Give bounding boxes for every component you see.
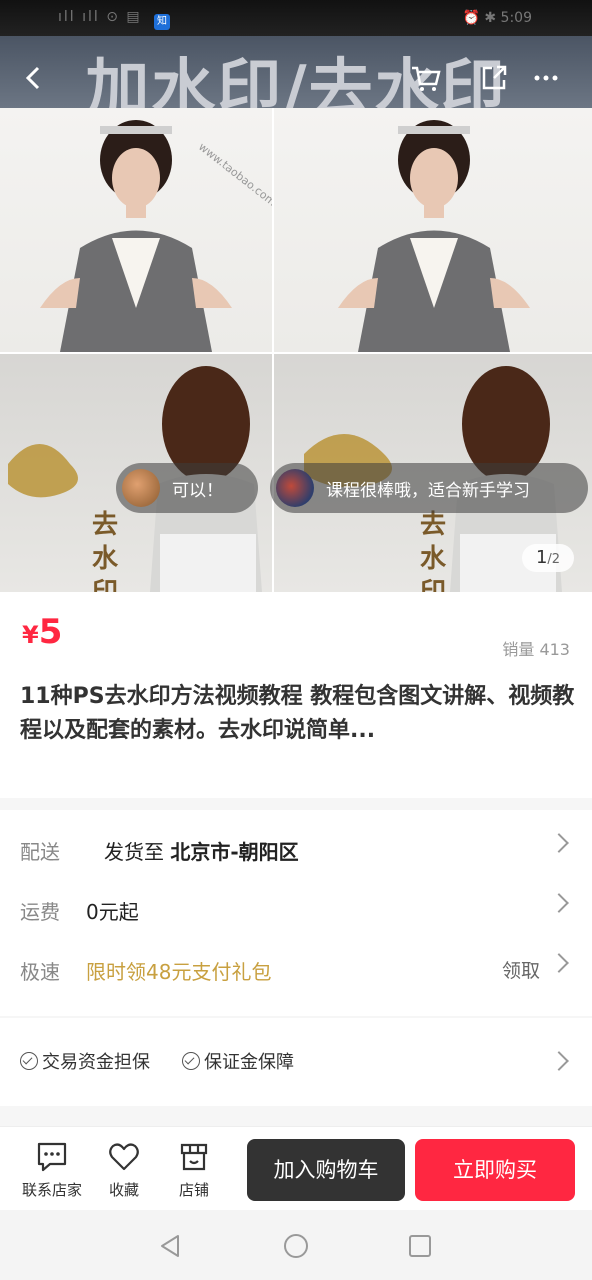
favorite-label: 收藏 xyxy=(108,1181,139,1199)
claim-link[interactable]: 领取 xyxy=(502,956,540,983)
avatar xyxy=(276,469,314,507)
watermark-vertical-text-copy: 去水印 xyxy=(420,510,447,592)
price-symbol: ¥ xyxy=(22,621,39,649)
page-current: 1 xyxy=(535,547,548,568)
delivery-label: 配送 xyxy=(20,840,60,864)
comment-bubble[interactable]: 可以！ xyxy=(116,463,258,513)
guarantee-row[interactable]: 交易资金担保 保证金保障 xyxy=(0,1018,592,1106)
product-photo-woman-front-copy xyxy=(274,108,592,352)
product-image-gallery[interactable]: www.taobao.com 去水印 xyxy=(0,0,592,592)
express-row[interactable]: 极速 限时领48元支付礼包 领取 xyxy=(0,930,592,990)
chevron-right-icon xyxy=(549,893,569,913)
nav-recents-icon[interactable] xyxy=(406,1232,434,1260)
check-circle-icon xyxy=(20,1052,38,1070)
chevron-right-icon xyxy=(549,833,569,853)
express-label: 极速 xyxy=(20,960,60,984)
status-signal: ıll ıll ⊙ ▤ xyxy=(58,9,142,25)
page-total: /2 xyxy=(547,552,561,567)
shipping-value: 0元起 xyxy=(86,900,139,924)
avatar xyxy=(122,469,160,507)
price-value: 5 xyxy=(38,612,63,652)
bottom-action-bar: 联系店家 收藏 店铺 加入购物车 立即购买 xyxy=(0,1126,592,1211)
express-value: 限时领48元支付礼包 xyxy=(86,960,272,984)
cart-icon[interactable] xyxy=(408,60,444,96)
chevron-right-icon xyxy=(549,953,569,973)
comment-text: 可以！ xyxy=(172,481,223,501)
contact-label: 联系店家 xyxy=(21,1181,82,1199)
more-icon[interactable] xyxy=(528,60,564,96)
sales-count: 销量 413 xyxy=(502,640,570,659)
nav-home-icon[interactable] xyxy=(282,1232,310,1260)
shipping-row[interactable]: 运费 0元起 xyxy=(0,870,592,930)
contact-seller-button[interactable]: 联系店家 xyxy=(18,1139,86,1200)
share-icon[interactable] xyxy=(476,60,512,96)
back-icon[interactable] xyxy=(16,60,52,96)
chevron-right-icon xyxy=(549,1051,569,1071)
watermark-vertical-text: 去水印 xyxy=(92,510,119,592)
heart-icon xyxy=(109,1143,139,1171)
nav-back-icon[interactable] xyxy=(156,1232,184,1260)
favorite-button[interactable]: 收藏 xyxy=(90,1139,158,1200)
shop-label: 店铺 xyxy=(178,1181,209,1199)
shop-button[interactable]: 店铺 xyxy=(160,1139,228,1200)
status-app-badge: 知 xyxy=(154,14,170,30)
status-bar: ıll ıll ⊙ ▤ 知 ⏰ ✱ 5:09 xyxy=(0,0,592,36)
store-icon xyxy=(180,1143,208,1171)
chat-icon xyxy=(37,1142,67,1172)
delivery-row[interactable]: 配送 发货至 北京市-朝阳区 xyxy=(0,810,592,870)
delivery-value: 发货至 北京市-朝阳区 xyxy=(104,840,299,864)
buy-now-button[interactable]: 立即购买 xyxy=(415,1139,575,1201)
comment-text: 课程很棒哦，适合新手学习 xyxy=(326,481,530,501)
status-clock: ⏰ ✱ 5:09 xyxy=(462,10,532,26)
guarantee-item: 交易资金担保 xyxy=(20,1048,150,1074)
system-navigation-bar xyxy=(0,1210,592,1280)
product-info: ¥5 销量 413 11种PS去水印方法视频教程 教程包含图文讲解、视频教程以及… xyxy=(0,592,592,798)
image-divider xyxy=(272,108,274,592)
details-card: 配送 发货至 北京市-朝阳区 运费 0元起 极速 限时领48元支付礼包 领取 xyxy=(0,810,592,1016)
image-page-indicator: 1/2 xyxy=(522,544,574,572)
shipping-label: 运费 xyxy=(20,900,60,924)
comment-bubble[interactable]: 课程很棒哦，适合新手学习 xyxy=(270,463,588,513)
product-title: 11种PS去水印方法视频教程 教程包含图文讲解、视频教程以及配套的素材。去水印说… xyxy=(20,684,575,743)
price: ¥5 xyxy=(22,612,62,652)
image-divider xyxy=(0,352,592,354)
check-circle-icon xyxy=(182,1052,200,1070)
add-to-cart-button[interactable]: 加入购物车 xyxy=(247,1139,405,1201)
guarantee-item: 保证金保障 xyxy=(182,1048,294,1074)
product-photo-woman-front: www.taobao.com xyxy=(0,108,272,352)
